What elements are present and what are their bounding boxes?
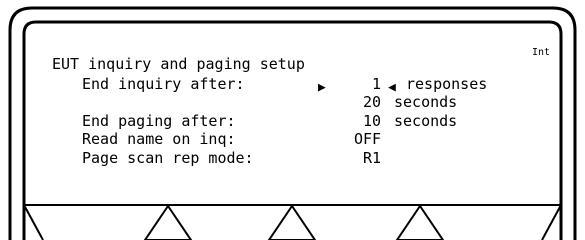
softkey-1[interactable] xyxy=(48,186,140,240)
setting-end-paging-unit: seconds xyxy=(394,112,458,130)
setting-end-inquiry-unit: responses xyxy=(406,75,488,93)
setting-read-name-label[interactable]: Read name on inq: xyxy=(82,131,236,147)
screen-title: EUT inquiry and paging setup xyxy=(52,55,305,73)
softkey-3[interactable] xyxy=(310,186,402,240)
setting-page-scan-value[interactable]: R1 xyxy=(363,150,381,166)
setting-end-inquiry-seconds-unit: seconds xyxy=(394,93,458,111)
setting-end-inquiry-value[interactable]: 1 xyxy=(372,76,381,92)
setting-read-name-value[interactable]: OFF xyxy=(354,131,381,147)
softkey-divider-triangle xyxy=(395,204,445,240)
setting-end-paging-label[interactable]: End paging after: xyxy=(82,113,236,129)
softkey-4[interactable] xyxy=(442,186,534,240)
setting-end-inquiry-seconds-value[interactable]: 20 xyxy=(363,94,381,110)
cursor-right-icon: ▶ xyxy=(318,80,326,95)
setting-end-inquiry-label[interactable]: End inquiry after: xyxy=(82,76,245,92)
interface-indicator: Int xyxy=(531,47,550,58)
softkey-2[interactable] xyxy=(184,186,276,240)
setting-page-scan-label[interactable]: Page scan rep mode: xyxy=(82,150,254,166)
setting-end-paging-value[interactable]: 10 xyxy=(363,113,381,129)
